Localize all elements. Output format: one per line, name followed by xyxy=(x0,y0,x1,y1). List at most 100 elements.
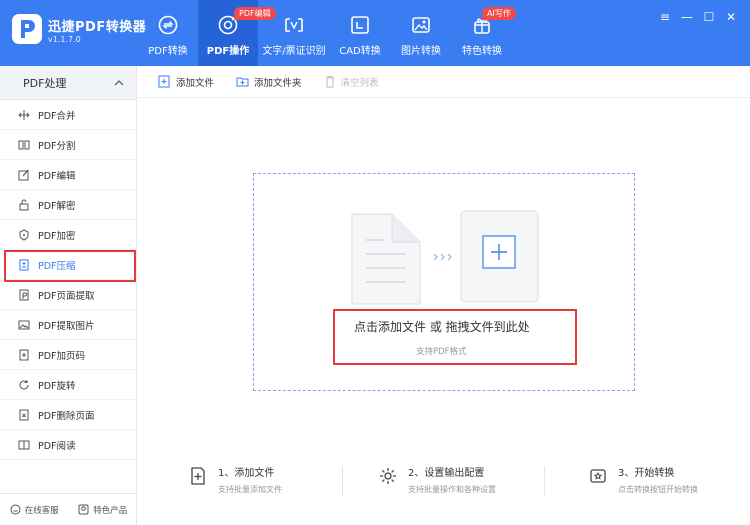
sidebar-item-label: PDF加页码 xyxy=(38,350,86,362)
sidebar-item-label: PDF页面提取 xyxy=(38,290,95,302)
sidebar-item-extract-pages[interactable]: PDF页面提取 xyxy=(0,280,136,310)
title-bar: 迅捷PDF转换器 v1.1.7.0 PDF转换 PDF编辑 PDF操作 文字/票… xyxy=(0,0,750,66)
step-start: 3、开始转换 点击转换按钮开始转换 xyxy=(588,462,698,495)
sidebar-item-label: PDF旋转 xyxy=(38,380,76,392)
nav-label: 图片转换 xyxy=(401,46,441,57)
sidebar-item-page-numbers[interactable]: PDF加页码 xyxy=(0,340,136,370)
sidebar-item-label: PDF解密 xyxy=(38,200,76,212)
split-icon xyxy=(18,140,30,149)
sidebar-item-read[interactable]: PDF阅读 xyxy=(0,430,136,460)
step-sub: 点击转换按钮开始转换 xyxy=(618,485,698,494)
sidebar-header[interactable]: PDF处理 xyxy=(0,66,136,100)
merge-icon xyxy=(18,109,30,120)
app-version: v1.1.7.0 xyxy=(48,35,81,44)
step-settings: 2、设置输出配置 支持批量操作和各种设置 xyxy=(378,462,496,495)
main-nav: PDF转换 PDF编辑 PDF操作 文字/票证识别 CAD转换 图片转换 AI写… xyxy=(138,0,516,66)
sidebar-item-extract-images[interactable]: PDF提取图片 xyxy=(0,310,136,340)
nav-special[interactable]: AI写作 特色转换 xyxy=(452,0,516,66)
sidebar-item-label: PDF合并 xyxy=(38,110,76,122)
step-divider xyxy=(342,466,343,496)
close-icon[interactable]: ✕ xyxy=(720,8,742,26)
nav-label: 文字/票证识别 xyxy=(262,46,326,57)
step-title: 1、添加文件 xyxy=(218,468,275,479)
document-icon xyxy=(351,213,421,305)
nav-label: PDF操作 xyxy=(206,46,250,57)
rotate-icon xyxy=(19,379,29,389)
add-box-icon xyxy=(460,210,539,303)
sidebar-item-split[interactable]: PDF分割 xyxy=(0,130,136,160)
chevron-up-icon xyxy=(114,79,124,85)
nav-pdf-operate[interactable]: PDF编辑 PDF操作 xyxy=(198,0,276,66)
app-logo-icon xyxy=(12,14,42,44)
pdf-convert-icon xyxy=(158,15,178,35)
gear-icon xyxy=(380,468,396,484)
sidebar-item-merge[interactable]: PDF合并 xyxy=(0,100,136,130)
drop-illustration xyxy=(351,210,539,305)
sidebar-item-label: PDF删除页面 xyxy=(38,410,95,422)
step-sub: 支持批量操作和各种设置 xyxy=(408,485,496,494)
sidebar-item-decrypt[interactable]: PDF解密 xyxy=(0,190,136,220)
add-folder-icon xyxy=(236,77,249,87)
unlock-icon xyxy=(19,199,29,210)
book-icon xyxy=(18,440,30,449)
nav-pdf-convert[interactable]: PDF转换 xyxy=(138,0,198,66)
ai-writing-badge: AI写作 xyxy=(482,7,516,20)
minimize-icon[interactable]: — xyxy=(676,8,698,26)
online-service-label: 在线客服 xyxy=(24,505,59,516)
featured-products-label: 特色产品 xyxy=(93,505,128,516)
sidebar-item-edit[interactable]: PDF编辑 xyxy=(0,160,136,190)
window-controls: ≡ — ☐ ✕ xyxy=(654,8,742,26)
trash-icon xyxy=(325,76,334,88)
clear-list-label: 清空列表 xyxy=(340,77,379,89)
ocr-icon xyxy=(285,18,303,32)
step-title: 3、开始转换 xyxy=(618,468,675,479)
step-sub: 支持批量添加文件 xyxy=(218,485,282,494)
sidebar-footer: 在线客服 特色产品 xyxy=(0,493,137,525)
sidebar-item-label: PDF编辑 xyxy=(38,170,76,182)
nav-label: 特色转换 xyxy=(462,46,502,57)
sidebar-item-rotate[interactable]: PDF旋转 xyxy=(0,370,136,400)
nav-label: PDF转换 xyxy=(148,46,188,57)
sidebar-item-label: PDF阅读 xyxy=(38,440,76,452)
menu-icon[interactable]: ≡ xyxy=(654,8,676,26)
drop-instruction: 点击添加文件 或 拖拽文件到此处 xyxy=(354,320,530,334)
chat-icon xyxy=(10,504,21,515)
restore-icon[interactable]: ☐ xyxy=(698,8,720,26)
steps-guide: 1、添加文件 支持批量添加文件 2、设置输出配置 支持批量操作和各种设置 3、开… xyxy=(138,462,750,502)
convert-icon xyxy=(590,469,606,483)
sidebar-item-label: PDF加密 xyxy=(38,230,76,242)
nav-cad[interactable]: CAD转换 xyxy=(330,0,390,66)
image-icon xyxy=(412,17,430,33)
online-service-button[interactable]: 在线客服 xyxy=(10,504,59,516)
app-name: 迅捷PDF转换器 xyxy=(48,20,147,35)
add-file-icon xyxy=(158,75,170,88)
step-divider xyxy=(544,466,545,496)
drop-format-hint: 支持PDF格式 xyxy=(416,347,467,357)
add-file-step-icon xyxy=(191,467,205,485)
toolbar: 添加文件 添加文件夹 清空列表 xyxy=(138,66,750,98)
clear-list-button[interactable]: 清空列表 xyxy=(324,75,379,89)
sidebar-item-delete-pages[interactable]: PDF删除页面 xyxy=(0,400,136,430)
sidebar-item-encrypt[interactable]: PDF加密 xyxy=(0,220,136,250)
add-file-button[interactable]: 添加文件 xyxy=(158,75,214,89)
sidebar-item-label: PDF提取图片 xyxy=(38,320,95,332)
sidebar-item-label: PDF分割 xyxy=(38,140,76,152)
nav-ocr[interactable]: 文字/票证识别 xyxy=(258,0,330,66)
file-drop-zone[interactable]: 点击添加文件 或 拖拽文件到此处 支持PDF格式 xyxy=(253,173,635,391)
arrow-icon xyxy=(433,253,452,261)
sidebar-item-compress[interactable]: PDF压缩 xyxy=(0,250,136,282)
nav-image[interactable]: 图片转换 xyxy=(390,0,452,66)
sidebar: PDF处理 PDF合并 PDF分割 PDF编辑 PDF解密 PDF加密 PDF压… xyxy=(0,66,137,525)
page-number-icon xyxy=(19,349,29,360)
add-file-label: 添加文件 xyxy=(176,77,215,89)
edit-icon xyxy=(18,169,29,180)
sidebar-item-label: PDF压缩 xyxy=(38,260,76,272)
featured-products-button[interactable]: 特色产品 xyxy=(78,504,127,516)
page-extract-icon xyxy=(19,289,29,300)
add-folder-button[interactable]: 添加文件夹 xyxy=(236,75,302,89)
shield-icon xyxy=(19,228,29,241)
product-icon xyxy=(78,504,89,515)
add-folder-label: 添加文件夹 xyxy=(254,77,302,89)
compress-icon xyxy=(19,259,29,270)
sidebar-header-label: PDF处理 xyxy=(23,76,67,90)
